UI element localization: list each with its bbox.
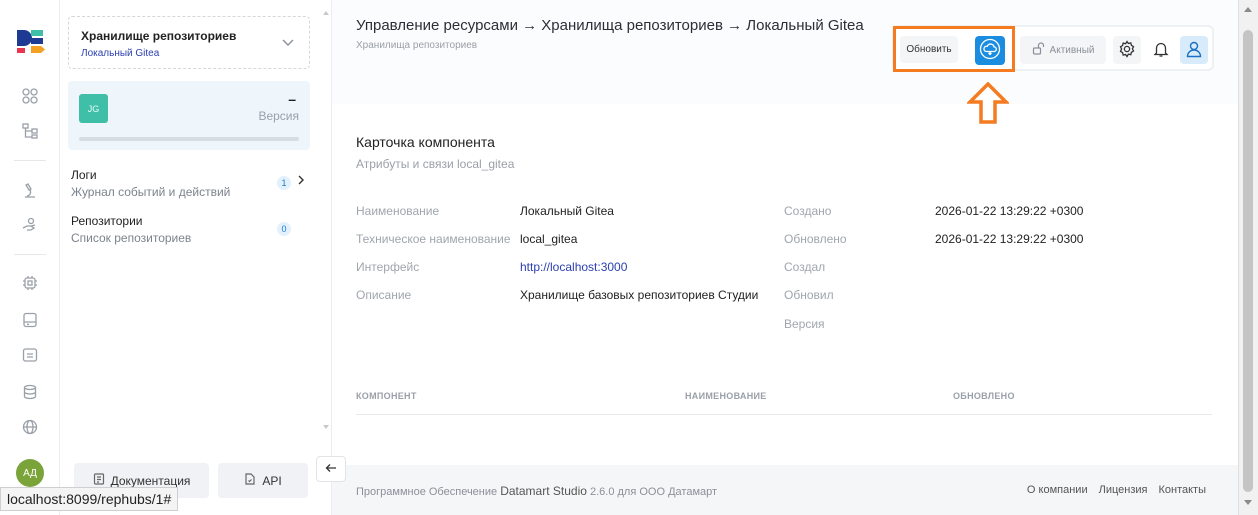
structure-icon[interactable]: [20, 121, 40, 141]
user-avatar[interactable]: АД: [16, 459, 44, 487]
footer-links: О компании Лицензия Контакты: [1027, 484, 1206, 496]
footer-copyright: Программное Обеспечение Datamart Studio …: [356, 484, 717, 498]
footer-link-contacts[interactable]: Контакты: [1158, 484, 1206, 496]
chip-icon[interactable]: [20, 273, 40, 293]
page-header: Управление ресурсами → Хранилища репозит…: [332, 0, 1238, 104]
attr-created-key: Создано: [784, 204, 832, 218]
column-header-component[interactable]: КОМПОНЕНТ: [356, 391, 417, 401]
breadcrumb: Управление ресурсами → Хранилища репозит…: [356, 17, 864, 34]
window-scrollbar[interactable]: [1238, 0, 1258, 515]
microscope-icon[interactable]: [20, 180, 40, 200]
active-toggle[interactable]: Активный: [1020, 36, 1106, 64]
repo-subtitle: Локальный Gitea: [81, 48, 160, 59]
sidebar-item-repositories[interactable]: Репозитории Список репозиториев 0: [71, 214, 311, 254]
attr-tech-name-value: local_gitea: [520, 232, 578, 246]
sidebar-item-logs[interactable]: Логи Журнал событий и действий 1: [71, 168, 311, 208]
table-divider: [356, 414, 1212, 415]
sidebar-item-description: Список репозиториев: [71, 231, 192, 245]
attr-updated-value: 2026-01-22 13:29:22 +0300: [935, 232, 1084, 246]
sidebar-item-label: Репозитории: [71, 214, 143, 228]
page-subtitle: Хранилища репозиториев: [356, 40, 478, 51]
user-icon: [1185, 40, 1203, 61]
main-content: Управление ресурсами → Хранилища репозит…: [332, 0, 1238, 515]
version-value: –: [288, 91, 296, 107]
attr-version-key: Версия: [784, 317, 825, 331]
action-toolbar: Обновить Активный: [892, 25, 1214, 71]
card-subtitle: Атрибуты и связи local_gitea: [356, 157, 515, 171]
attr-description-key: Описание: [356, 288, 412, 302]
attr-interface-key: Интерфейс: [356, 260, 420, 274]
avatar-initials: АД: [23, 467, 37, 479]
scrollbar-thumb[interactable]: [1243, 30, 1253, 492]
cloud-sync-button[interactable]: [975, 36, 1005, 65]
attr-created-by-key: Создал: [784, 260, 826, 274]
version-card: JG – Версия: [68, 81, 310, 150]
storage-icon[interactable]: [20, 310, 40, 330]
hand-icon[interactable]: [20, 215, 40, 235]
sidebar-item-description: Журнал событий и действий: [71, 185, 231, 199]
attr-description-value: Хранилище базовых репозиториев Студии: [520, 288, 759, 302]
bell-icon: [1152, 40, 1170, 61]
active-label: Активный: [1049, 44, 1095, 56]
profile-button[interactable]: [1180, 36, 1208, 64]
api-icon: [244, 473, 256, 488]
version-progress: [79, 137, 299, 141]
attr-created-value: 2026-01-22 13:29:22 +0300: [935, 204, 1084, 218]
footer-link-license[interactable]: Лицензия: [1099, 484, 1148, 496]
chevron-right-icon: [297, 174, 305, 189]
database-icon[interactable]: [20, 382, 40, 402]
arrow-up-icon: [965, 81, 1011, 127]
footer-prefix: Программное Обеспечение: [356, 486, 498, 498]
page-footer: Программное Обеспечение Datamart Studio …: [332, 465, 1238, 515]
rail-divider: [14, 254, 46, 255]
settings-button[interactable]: [1113, 36, 1141, 64]
sidebar-scrollbar[interactable]: [322, 8, 330, 432]
attr-updated-key: Обновлено: [784, 232, 847, 246]
chevron-down-icon: [281, 37, 295, 51]
footer-brand: Datamart Studio: [500, 484, 587, 498]
attr-tech-name-key: Техническое наименование: [356, 232, 511, 246]
refresh-button[interactable]: Обновить: [900, 36, 958, 63]
sidebar: Хранилище репозиториев Локальный Gitea J…: [60, 0, 332, 515]
api-label: API: [262, 473, 282, 488]
gear-icon: [1118, 39, 1136, 61]
arrow-left-icon: [325, 462, 337, 476]
documentation-label: Документация: [110, 473, 191, 488]
attr-name-key: Наименование: [356, 204, 440, 218]
footer-link-about[interactable]: О компании: [1027, 484, 1088, 496]
collapse-sidebar-button[interactable]: [316, 456, 346, 482]
column-header-name[interactable]: НАИМЕНОВАНИЕ: [685, 391, 767, 401]
count-badge: 1: [277, 176, 291, 190]
attr-name-value: Локальный Gitea: [520, 204, 614, 218]
api-button[interactable]: API: [218, 463, 308, 498]
footer-version: 2.6.0 для ООО Датамарт: [589, 486, 718, 498]
icon-rail: АД: [0, 0, 60, 515]
component-badge: JG: [79, 94, 108, 123]
dashboard-icon[interactable]: [20, 86, 40, 106]
attr-updated-by-key: Обновил: [784, 288, 834, 302]
notifications-button[interactable]: [1147, 36, 1175, 64]
rail-divider: [14, 160, 46, 161]
column-header-updated[interactable]: ОБНОВЛЕНО: [953, 391, 1015, 401]
sidebar-item-label: Логи: [71, 168, 97, 182]
card-title: Карточка компонента: [356, 134, 495, 150]
unlock-icon: [1032, 42, 1045, 58]
status-bar-url: localhost:8099/rephubs/1#: [0, 487, 179, 511]
globe-icon[interactable]: [20, 417, 40, 437]
repo-title: Хранилище репозиториев: [81, 29, 237, 43]
count-badge: 0: [277, 222, 291, 236]
console-icon[interactable]: [20, 345, 40, 365]
document-icon: [93, 473, 105, 488]
repo-selector[interactable]: Хранилище репозиториев Локальный Gitea: [68, 16, 310, 69]
interface-link[interactable]: http://localhost:3000: [520, 260, 627, 274]
app-logo[interactable]: [16, 28, 46, 54]
cloud-icon: [979, 38, 1001, 63]
version-label: Версия: [258, 109, 299, 123]
